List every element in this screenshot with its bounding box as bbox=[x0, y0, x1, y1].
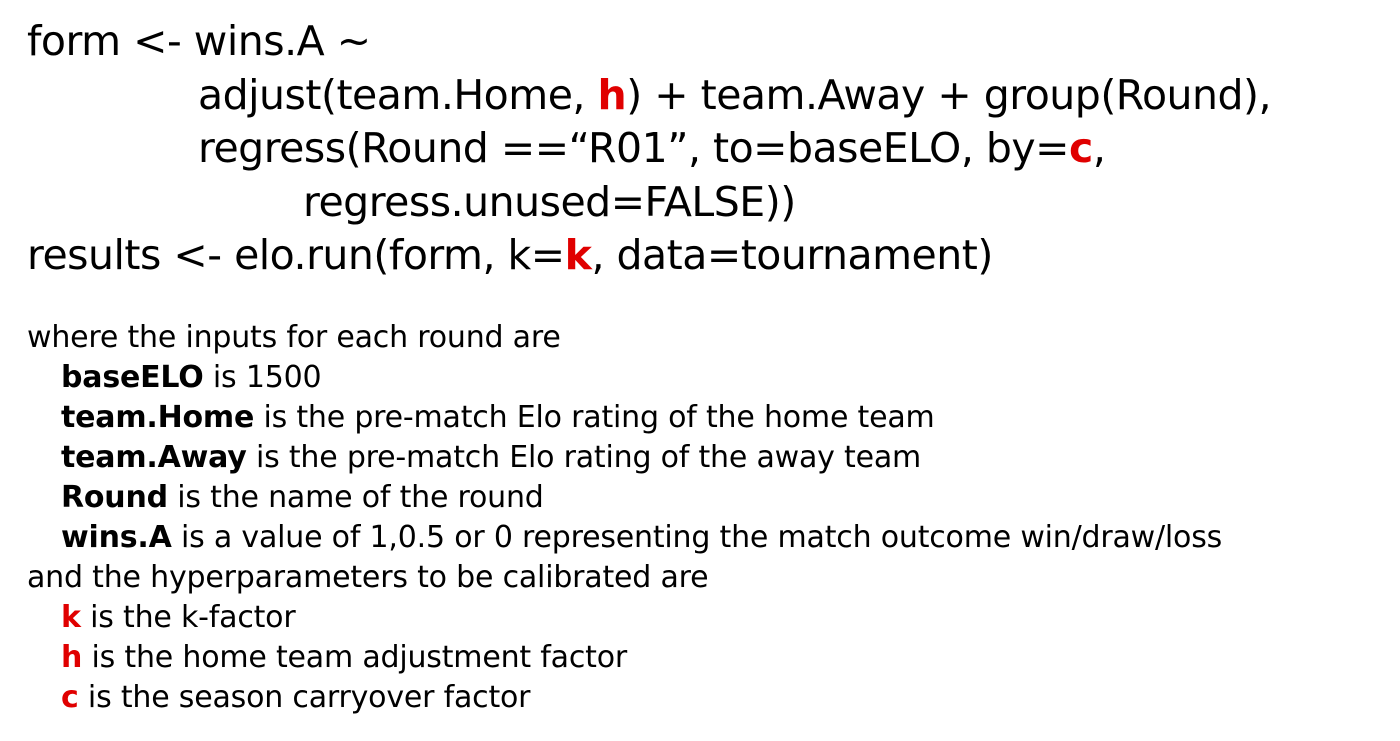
code-text: adjust(team.Home, bbox=[198, 70, 598, 119]
hyperparameter-item: c is the season carryover factor bbox=[27, 678, 1387, 718]
hyperparameter-term: k bbox=[61, 599, 81, 635]
code-text: regress.unused=FALSE)) bbox=[303, 177, 796, 226]
input-item: team.Home is the pre-match Elo rating of… bbox=[27, 398, 1387, 438]
param-c-highlight: c bbox=[1069, 124, 1093, 172]
code-text: , bbox=[1092, 124, 1106, 172]
input-desc: is the pre-match Elo rating of the home … bbox=[254, 399, 935, 435]
hyperparameter-term: c bbox=[61, 679, 79, 715]
description-block: where the inputs for each round are base… bbox=[27, 318, 1387, 718]
code-line-regress: regress(Round ==“R01”, to=baseELO, by=c, bbox=[27, 122, 1387, 176]
hyperparameter-desc: is the k-factor bbox=[80, 599, 296, 635]
input-desc: is the pre-match Elo rating of the away … bbox=[246, 439, 922, 475]
input-term: team.Away bbox=[61, 439, 247, 475]
param-k-highlight: k bbox=[564, 231, 592, 279]
code-text: ) + team.Away + group(Round), bbox=[626, 70, 1272, 119]
input-desc: is a value of 1,0.5 or 0 representing th… bbox=[171, 519, 1223, 555]
code-line-form: form <- wins.A ~ bbox=[27, 15, 1387, 69]
hyperparameter-desc: is the season carryover factor bbox=[78, 679, 531, 715]
input-desc: is the name of the round bbox=[167, 479, 544, 515]
input-desc: is 1500 bbox=[203, 359, 322, 395]
document: form <- wins.A ~ adjust(team.Home, h) + … bbox=[27, 15, 1387, 718]
code-block: form <- wins.A ~ adjust(team.Home, h) + … bbox=[27, 15, 1387, 283]
hyperparameter-item: k is the k-factor bbox=[27, 598, 1387, 638]
param-h-highlight: h bbox=[597, 70, 627, 119]
code-line-regress-unused: regress.unused=FALSE)) bbox=[27, 176, 1387, 230]
code-line-results: results <- elo.run(form, k=k, data=tourn… bbox=[27, 229, 1387, 283]
code-line-adjust: adjust(team.Home, h) + team.Away + group… bbox=[27, 69, 1387, 123]
input-item: team.Away is the pre-match Elo rating of… bbox=[27, 438, 1387, 478]
code-text: results <- elo.run(form, k= bbox=[27, 231, 565, 279]
hyperparameter-item: h is the home team adjustment factor bbox=[27, 638, 1387, 678]
hyperparameters-intro: and the hyperparameters to be calibrated… bbox=[27, 559, 709, 595]
input-term: Round bbox=[61, 479, 168, 515]
input-term: wins.A bbox=[61, 519, 172, 555]
input-term: team.Home bbox=[61, 399, 255, 435]
code-text: regress(Round ==“R01”, to=baseELO, by= bbox=[198, 124, 1070, 172]
hyperparameter-term: h bbox=[61, 639, 83, 675]
inputs-intro: where the inputs for each round are bbox=[27, 319, 561, 355]
input-item: baseELO is 1500 bbox=[27, 358, 1387, 398]
hyperparameter-desc: is the home team adjustment factor bbox=[82, 639, 628, 675]
input-item: Round is the name of the round bbox=[27, 478, 1387, 518]
input-term: baseELO bbox=[61, 359, 204, 395]
code-text: form <- wins.A ~ bbox=[27, 17, 371, 65]
input-item: wins.A is a value of 1,0.5 or 0 represen… bbox=[27, 518, 1387, 558]
code-text: , data=tournament) bbox=[591, 231, 993, 279]
